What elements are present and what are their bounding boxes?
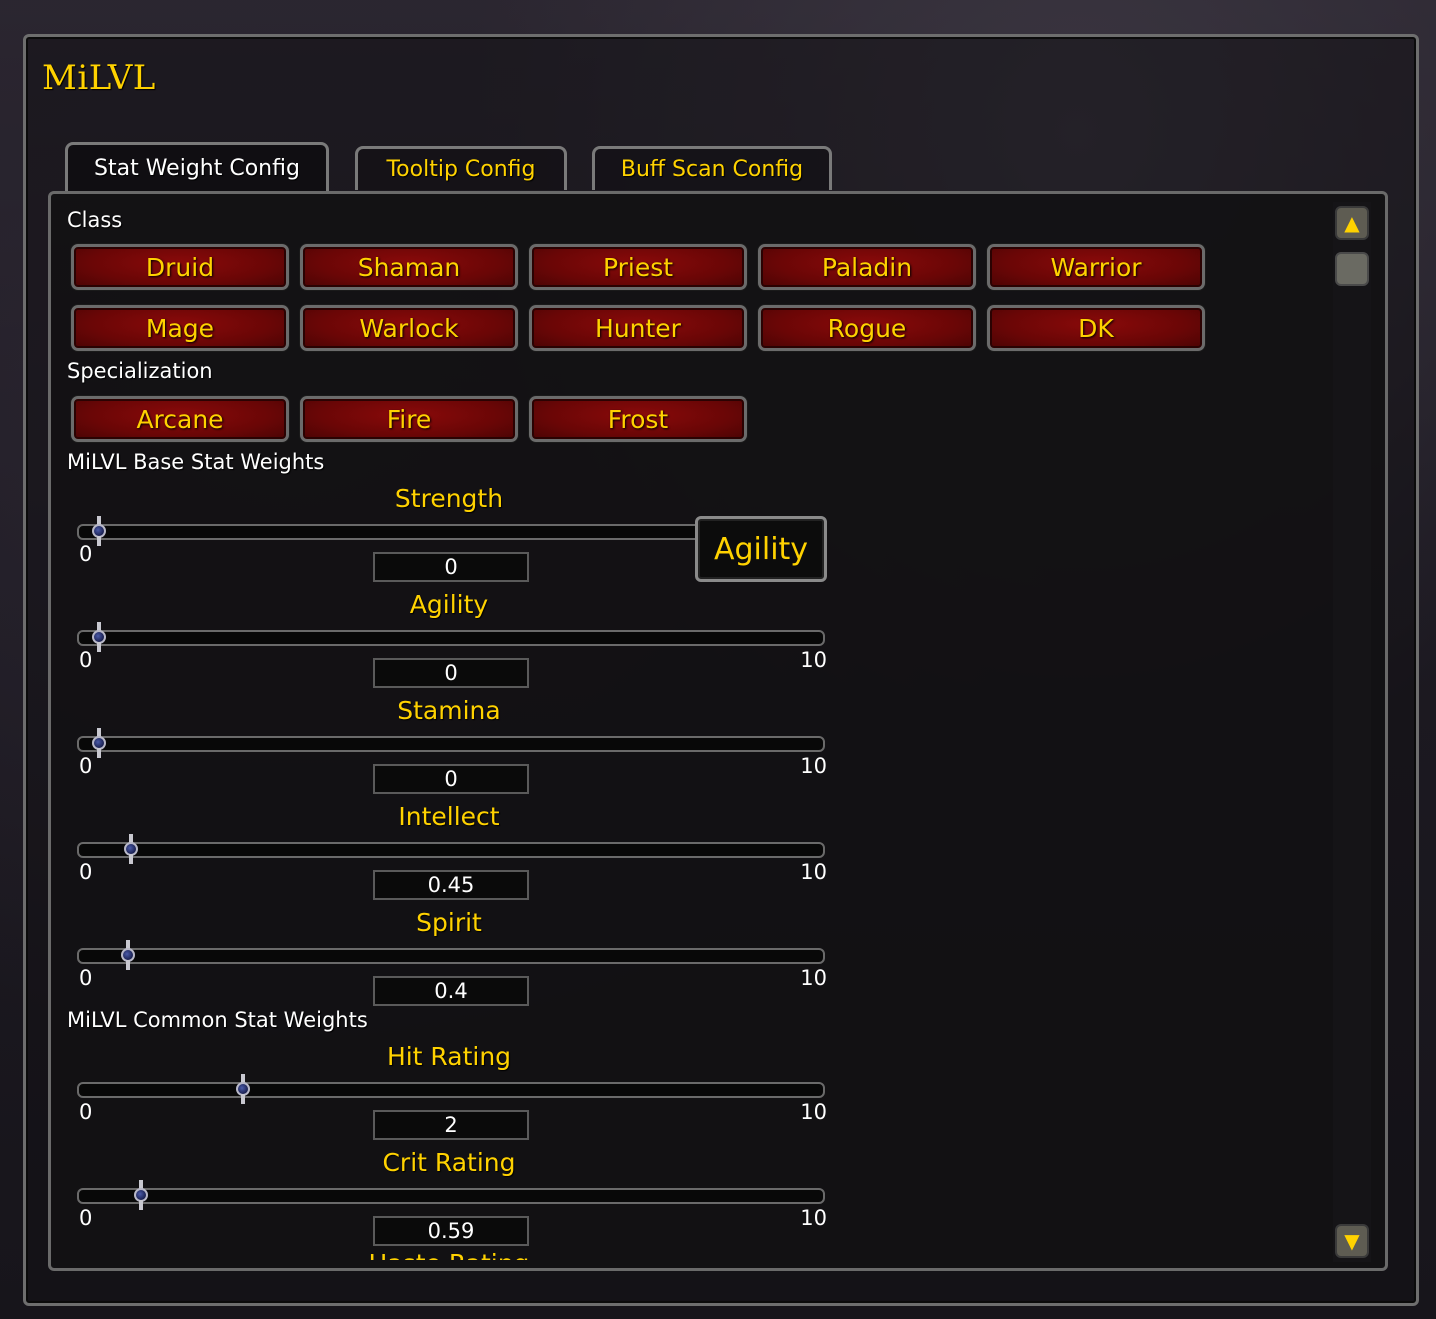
slider-title: Hit Rating [386, 1042, 512, 1071]
class-button-warrior[interactable]: Warrior [987, 244, 1205, 290]
class-button-rogue[interactable]: Rogue [758, 305, 976, 351]
slider-max-label: 10 [800, 1100, 827, 1124]
slider-thumb[interactable] [92, 728, 106, 758]
slider-title: Agility [409, 590, 489, 619]
scroll-down-arrow-icon: ▼ [1344, 1229, 1360, 1253]
slider-max-label: 10 [800, 966, 827, 990]
slider-track[interactable] [77, 948, 825, 964]
slider-track[interactable] [77, 630, 825, 646]
slider-min-label: 0 [79, 966, 93, 990]
spec-button-fire[interactable]: Fire [300, 396, 518, 442]
class-label: Class [67, 208, 123, 232]
tab-stat-weight-config[interactable]: Stat Weight Config [65, 142, 329, 192]
slider-value-input[interactable]: 2 [373, 1110, 529, 1140]
scroll-up-button[interactable]: ▲ [1335, 206, 1369, 240]
slider-min-label: 0 [79, 1100, 93, 1124]
spec-button-frost[interactable]: Frost [529, 396, 747, 442]
slider-track[interactable] [77, 1188, 825, 1204]
slider-max-label: 10 [800, 754, 827, 778]
slider-thumb[interactable] [124, 834, 139, 864]
slider-min-label: 0 [79, 860, 93, 884]
haste-rating-label: Haste Rating [69, 1244, 829, 1260]
scrollbar[interactable]: ▲ ▼ [1333, 202, 1371, 1262]
base-stat-weights-label: MiLVL Base Stat Weights [67, 450, 325, 474]
slider-min-label: 0 [79, 1206, 93, 1230]
slider-value-input[interactable]: 0 [373, 552, 529, 582]
slider-spirit: Spirit 0 10 0.4 [69, 908, 829, 1014]
slider-hit-rating: Hit Rating 0 10 2 [69, 1042, 829, 1148]
class-button-shaman[interactable]: Shaman [300, 244, 518, 290]
slider-crit-rating: Crit Rating 0 10 0.59 [69, 1148, 829, 1254]
agility-tooltip: Agility [695, 516, 827, 582]
class-button-hunter[interactable]: Hunter [529, 305, 747, 351]
slider-track[interactable] [77, 736, 825, 752]
slider-value-input[interactable]: 0 [373, 764, 529, 794]
slider-thumb[interactable] [92, 516, 106, 546]
slider-thumb[interactable] [92, 622, 106, 652]
slider-thumb[interactable] [236, 1074, 250, 1104]
slider-max-label: 10 [800, 860, 827, 884]
specialization-label: Specialization [67, 359, 213, 383]
scroll-up-arrow-icon: ▲ [1344, 211, 1360, 235]
class-button-priest[interactable]: Priest [529, 244, 747, 290]
slider-min-label: 0 [79, 542, 93, 566]
class-button-druid[interactable]: Druid [71, 244, 289, 290]
slider-track[interactable] [77, 842, 825, 858]
class-button-dk[interactable]: DK [987, 305, 1205, 351]
slider-thumb[interactable] [120, 940, 135, 970]
slider-title: Strength [394, 484, 504, 513]
slider-title: Stamina [397, 696, 501, 725]
slider-title: Crit Rating [382, 1148, 516, 1177]
tab-buff-scan-config[interactable]: Buff Scan Config [592, 146, 832, 190]
slider-value-input[interactable]: 0.45 [373, 870, 529, 900]
slider-max-label: 10 [800, 648, 827, 672]
slider-value-input[interactable]: 0.4 [373, 976, 529, 1006]
class-button-paladin[interactable]: Paladin [758, 244, 976, 290]
class-button-warlock[interactable]: Warlock [300, 305, 518, 351]
class-button-mage[interactable]: Mage [71, 305, 289, 351]
slider-title: Intellect [398, 802, 500, 831]
window-title: MiLVL [42, 58, 156, 98]
common-stat-weights-label: MiLVL Common Stat Weights [67, 1008, 368, 1032]
slider-min-label: 0 [79, 648, 93, 672]
config-panel: Class Druid Shaman Priest Paladin Warrior Mag… [48, 191, 1388, 1271]
slider-stamina: Stamina 0 10 0 [69, 696, 829, 802]
tab-tooltip-config[interactable]: Tooltip Config [355, 146, 567, 190]
slider-value-input[interactable]: 0.59 [373, 1216, 529, 1246]
slider-intellect: Intellect 0 10 0.45 [69, 802, 829, 908]
spec-button-arcane[interactable]: Arcane [71, 396, 289, 442]
slider-thumb[interactable] [134, 1180, 149, 1210]
scrollbar-thumb[interactable] [1335, 252, 1369, 286]
slider-agility: Agility 0 10 0 [69, 590, 829, 696]
slider-value-input[interactable]: 0 [373, 658, 529, 688]
slider-title: Spirit [416, 908, 482, 937]
scroll-down-button[interactable]: ▼ [1335, 1224, 1369, 1258]
slider-max-label: 10 [800, 1206, 827, 1230]
slider-min-label: 0 [79, 754, 93, 778]
slider-track[interactable] [77, 1082, 825, 1098]
